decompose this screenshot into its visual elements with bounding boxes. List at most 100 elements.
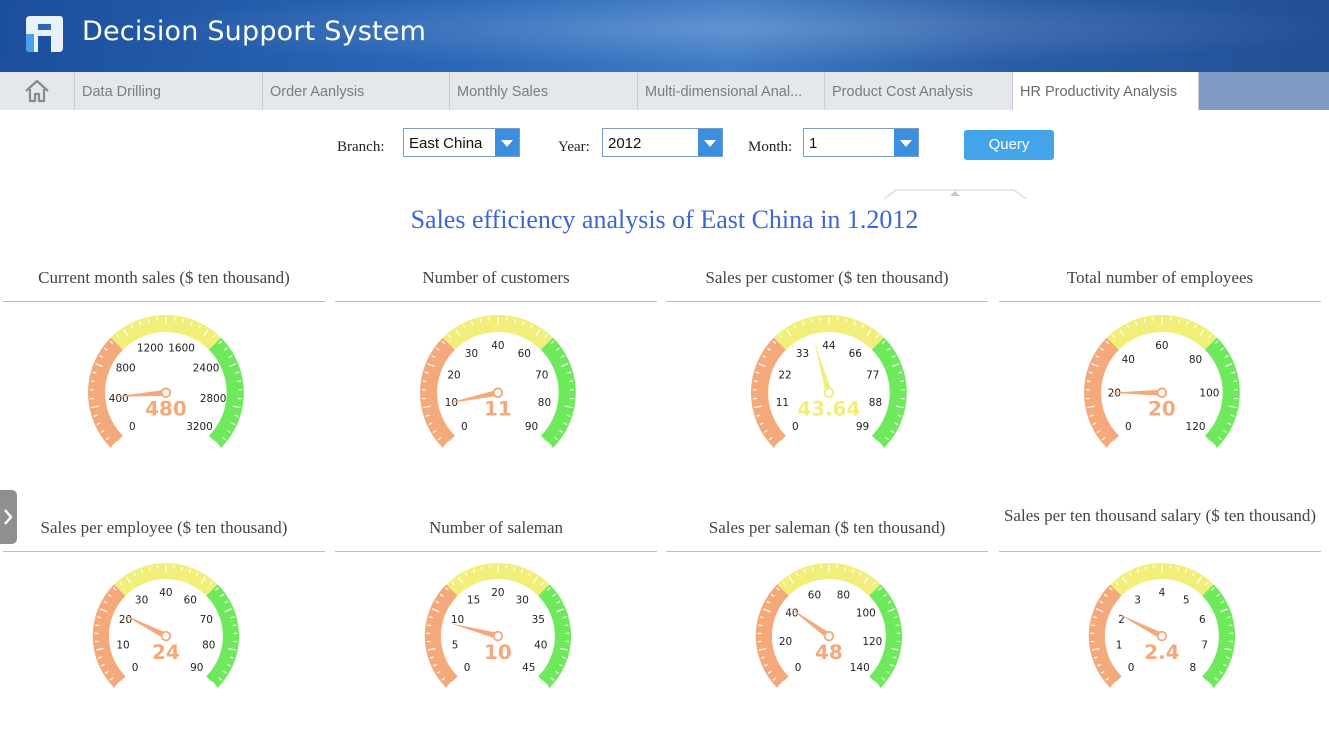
gauge-needle <box>1117 613 1164 639</box>
gauge-panel: Total number of employees 0 20 40 60 80 100 120… <box>999 255 1321 460</box>
collapse-filter-handle[interactable] <box>884 189 1026 200</box>
gauge-tick-label: 60 <box>808 590 821 602</box>
gauge-tick-label: 400 <box>109 393 129 405</box>
gauge-tick <box>810 318 813 323</box>
gauge-tick-label: 5 <box>1183 595 1190 607</box>
tab-product-cost-analysis[interactable]: Product Cost Analysis <box>825 72 1013 110</box>
gauge-tick-label: 1600 <box>168 343 195 355</box>
gauge-tick-label: 90 <box>525 421 538 433</box>
tab-hr-productivity-analysis[interactable]: HR Productivity Analysis <box>1013 72 1199 110</box>
tab-multi-dimensional-analysis[interactable]: Multi-dimensional Anal... <box>638 72 825 110</box>
month-value: 1 <box>809 135 818 152</box>
gauge-tick-label: 15 <box>467 595 480 607</box>
gauge-chart: 011 22 33 44 66 77 889943.64 <box>751 314 907 448</box>
gauge-tick-label: 44 <box>822 340 836 352</box>
app-title: Decision Support System <box>82 16 427 47</box>
gauge-tick <box>564 624 569 627</box>
gauge-tick-label: 80 <box>837 590 850 602</box>
gauge-needle <box>450 623 499 640</box>
chevron-down-icon[interactable] <box>894 129 918 156</box>
gauge-tick-label: 80 <box>538 397 551 409</box>
gauge-tick-label: 120 <box>1186 421 1206 433</box>
gauge-band-low <box>751 337 787 448</box>
tab-data-drilling[interactable]: Data Drilling <box>75 72 263 110</box>
gauge-tick-label: 22 <box>778 369 791 381</box>
gauge-tick-label: 6 <box>1199 614 1206 626</box>
query-button[interactable]: Query <box>964 130 1054 160</box>
gauge-chart: 0102030406070809011 <box>420 314 576 448</box>
gauge-tick-label: 120 <box>862 636 882 648</box>
gauge-tick-label: 3200 <box>186 421 213 433</box>
branch-select[interactable]: East China <box>403 128 520 157</box>
gauge-tick-label: 90 <box>190 662 203 674</box>
gauge-chart: 010 2030 40 6070 80 90 24 <box>92 562 240 688</box>
gauge-chart: 01 23 4 56 78 2.4 <box>1088 562 1236 688</box>
gauge-tick-label: 4 <box>1159 587 1166 599</box>
gauge-tick-label: 20 <box>491 587 504 599</box>
gauge-tick <box>1177 566 1180 571</box>
gauge-tick <box>811 566 814 571</box>
gauge-value: 11 <box>484 397 512 421</box>
gauge-tick-label: 0 <box>792 421 799 433</box>
gauge-tick-label: 60 <box>518 348 531 360</box>
year-select[interactable]: 2012 <box>602 128 723 157</box>
tab-order-analysis[interactable]: Order Aanlysis <box>263 72 450 110</box>
gauge-value: 2.4 <box>1144 640 1179 664</box>
gauge-tick-label: 40 <box>491 340 504 352</box>
gauge-tick <box>181 566 184 571</box>
gauge-tick-label: 0 <box>132 662 139 674</box>
month-select[interactable]: 1 <box>803 128 919 157</box>
gauge-tick-label: 40 <box>534 639 547 651</box>
gauge-tick-label: 20 <box>1108 388 1121 400</box>
month-label: Month: <box>748 139 793 155</box>
gauge-tick <box>1233 380 1238 383</box>
year-value: 2012 <box>608 135 642 152</box>
gauge-chart: 0 20 40 60 80 100 120 20 <box>1084 314 1240 448</box>
gauge-tick <box>900 380 905 383</box>
gauge-panel: Number of customers 0 10 20 30 40 60 70 80 90 11 <box>335 255 657 460</box>
chevron-down-icon[interactable] <box>495 129 519 156</box>
year-label: Year: <box>558 139 590 155</box>
gauge-tick <box>844 566 847 571</box>
gauge-tick-label: 99 <box>856 421 869 433</box>
gauge-tick-label: 1200 <box>137 343 164 355</box>
gauge-tick-label: 77 <box>866 369 879 381</box>
gauge-value: 43.64 <box>797 397 860 421</box>
gauge-band-low <box>1088 584 1122 688</box>
gauge-tick <box>1086 380 1091 383</box>
gauge-tick-label: 0 <box>464 662 471 674</box>
chevron-down-icon[interactable] <box>698 129 722 156</box>
gauge-panel: Sales per saleman ($ ten thousand) 0 20 40 6… <box>666 505 988 710</box>
gauge-chart: 051015203035404510 <box>424 562 572 688</box>
gauge-tick-label: 70 <box>535 369 548 381</box>
branch-label: Branch: <box>337 139 385 155</box>
gauge-tick <box>1144 566 1147 571</box>
gauge-tick-label: 60 <box>1155 340 1168 352</box>
gauge-value: 480 <box>145 397 187 421</box>
gauge-tick-label: 30 <box>516 595 529 607</box>
gauge-tick-label: 33 <box>796 348 809 360</box>
tab-monthly-sales[interactable]: Monthly Sales <box>450 72 638 110</box>
gauge-band-low <box>424 584 458 688</box>
home-icon <box>25 79 49 103</box>
gauge-tick <box>514 318 517 323</box>
gauge-tick-label: 2800 <box>200 393 227 405</box>
report-title: Sales efficiency analysis of East China … <box>410 205 919 234</box>
tab-home[interactable] <box>0 72 75 110</box>
branch-value: East China <box>409 135 483 152</box>
gauge-tick <box>569 380 574 383</box>
gauge-chart: 0 400 8001200 1600 2400 2800 3200480 <box>88 314 244 448</box>
gauge-tick-label: 7 <box>1201 639 1208 651</box>
app-header: Decision Support System <box>0 0 1329 72</box>
gauge-tick-label: 10 <box>451 614 464 626</box>
gauge-tick-label: 0 <box>129 421 136 433</box>
gauge-panel: Sales per employee ($ ten thousand) 0 10 20… <box>3 505 325 710</box>
gauge-tick-label: 800 <box>116 362 136 374</box>
gauge-tick-label: 0 <box>1125 421 1132 433</box>
gauge-panel: Current month sales ($ ten thousand) 0 400… <box>3 255 325 460</box>
gauge-chart: 0204060 8010012014048 <box>755 562 903 688</box>
gauge-tick-label: 2400 <box>193 362 220 374</box>
gauge-tick <box>90 380 95 383</box>
gauge-tick-label: 11 <box>776 397 789 409</box>
gauge-needle <box>121 613 168 639</box>
